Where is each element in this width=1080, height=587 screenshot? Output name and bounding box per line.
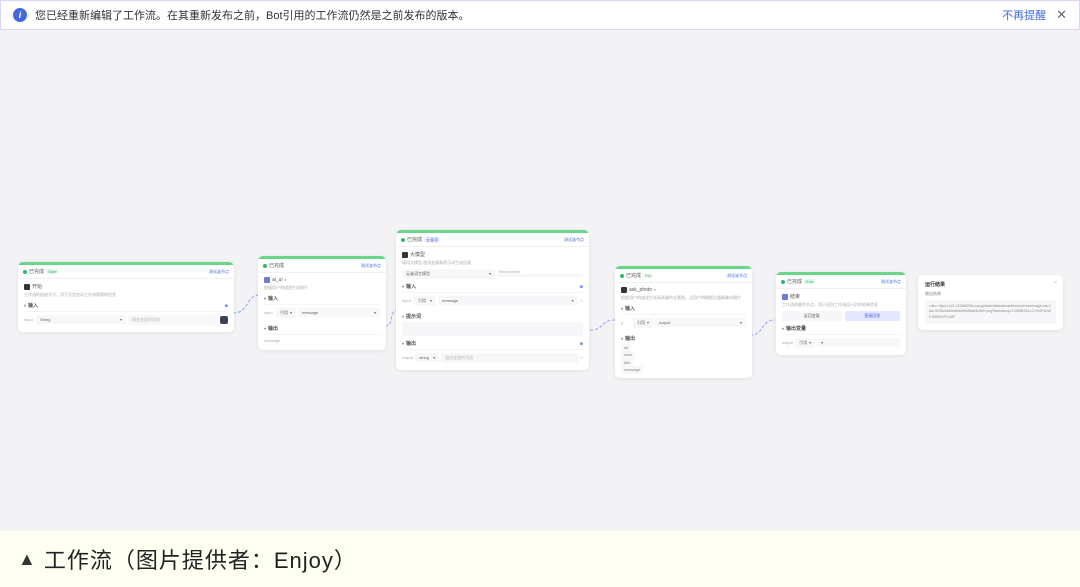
result-output: <div> https://s21-123456789.coa.jp/stati… xyxy=(925,300,1056,324)
notification-text: 您已经重新编辑了工作流。在其重新发布之前，Bot引用的工作流仍然是之前发布的版本… xyxy=(35,7,470,23)
plugin-icon xyxy=(264,277,270,283)
close-icon[interactable]: ✕ xyxy=(1056,7,1067,23)
node-start[interactable]: 已完成Start 测试该节点 开始 工作流的起始节点，用于设定启动工作流需要的信… xyxy=(18,262,234,332)
test-node-link[interactable]: 测试该节点 xyxy=(881,279,901,285)
start-icon xyxy=(24,284,30,290)
dismiss-link[interactable]: 不再提醒 xyxy=(1002,7,1046,23)
prompt-input[interactable] xyxy=(402,322,583,336)
triangle-icon: ▲ xyxy=(18,549,36,570)
desc-input[interactable]: 描述变量的用途 xyxy=(128,315,218,325)
workflow-canvas[interactable]: 已完成Start 测试该节点 开始 工作流的起始节点，用于设定启动工作流需要的信… xyxy=(0,30,1080,552)
direct-answer-tab[interactable]: 直接回答 xyxy=(845,311,901,321)
test-node-link[interactable]: 测试该节点 xyxy=(564,237,584,243)
result-panel: × 运行结果 输出结果 <div> https://s21-123456789.… xyxy=(918,275,1063,330)
temperature-slider[interactable] xyxy=(498,274,583,277)
test-node-link[interactable]: 测试该节点 xyxy=(209,269,229,275)
caption-text: 工作流（图片提供者：Enjoy） xyxy=(44,543,357,575)
llm-icon xyxy=(402,252,408,258)
notification-bar: i 您已经重新编辑了工作流。在其重新发布之前，Bot引用的工作流仍然是之前发布的… xyxy=(0,0,1080,30)
end-icon xyxy=(782,294,788,300)
return-var-tab[interactable]: 返回变量 xyxy=(782,311,842,321)
node-end[interactable]: 已完成End 测试该节点 结束 工作流的最终节点，用于返回工作流运行后的结果信息… xyxy=(776,272,906,355)
plugin-icon xyxy=(621,287,627,293)
caption-bar: ▲ 工作流（图片提供者：Enjoy） xyxy=(0,531,1080,587)
node-plugin-ask-photo[interactable]: 已完成DuI 测试该节点 ask_photo▾ 根据用户的描述生成高质量的全景图… xyxy=(615,266,752,378)
node-plugin-ai-ui[interactable]: 已完成 测试该节点 ai_ui▾ 根据用户的描述生成图片 ▾输入 input 引… xyxy=(258,256,386,350)
test-node-link[interactable]: 测试该节点 xyxy=(361,263,381,269)
node-llm[interactable]: 已完成云雀语 测试该节点 大模型 调用大模型,使用变量和提示词生成回复 云雀语言… xyxy=(396,230,589,370)
close-icon[interactable]: × xyxy=(1054,280,1057,286)
test-node-link[interactable]: 测试该节点 xyxy=(727,273,747,279)
type-select[interactable]: String▾ xyxy=(36,315,126,324)
info-icon: i xyxy=(13,8,27,22)
toggle[interactable] xyxy=(220,316,228,324)
